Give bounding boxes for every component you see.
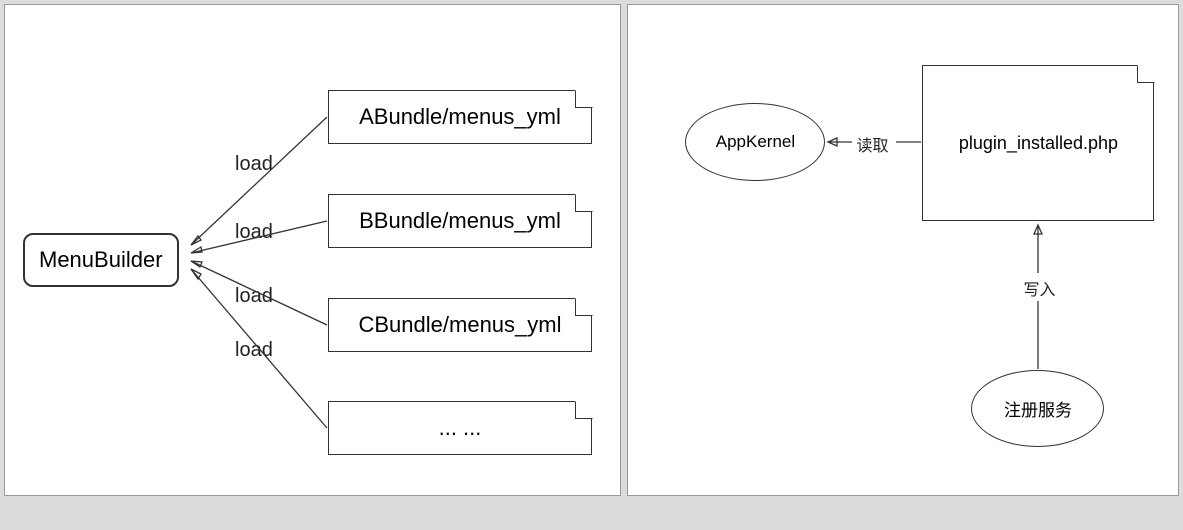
file-label: ... ... bbox=[439, 415, 482, 441]
left-diagram-panel: MenuBuilder ABundle/menus_yml BBundle/me… bbox=[4, 4, 621, 496]
file-label: CBundle/menus_yml bbox=[359, 312, 562, 338]
edge-label-load: load bbox=[235, 285, 273, 308]
file-node-more: ... ... bbox=[328, 401, 592, 455]
appkernel-node: AppKernel bbox=[685, 103, 825, 181]
menubuilder-node: MenuBuilder bbox=[23, 233, 179, 287]
file-label: ABundle/menus_yml bbox=[359, 104, 561, 130]
file-node-a: ABundle/menus_yml bbox=[328, 90, 592, 144]
edge-label-write: 写入 bbox=[1023, 276, 1055, 300]
edge-label-read: 读取 bbox=[856, 132, 888, 156]
edge-label-load: load bbox=[235, 339, 273, 362]
right-diagram-panel: AppKernel plugin_installed.php 注册服务 读取 写… bbox=[627, 4, 1179, 496]
plugin-file-node: plugin_installed.php bbox=[922, 65, 1154, 221]
file-node-c: CBundle/menus_yml bbox=[328, 298, 592, 352]
service-node: 注册服务 bbox=[971, 370, 1104, 447]
edge-label-load: load bbox=[235, 153, 273, 176]
file-node-b: BBundle/menus_yml bbox=[328, 194, 592, 248]
edge-label-load: load bbox=[235, 221, 273, 244]
file-label: plugin_installed.php bbox=[959, 133, 1118, 154]
file-label: BBundle/menus_yml bbox=[359, 208, 561, 234]
